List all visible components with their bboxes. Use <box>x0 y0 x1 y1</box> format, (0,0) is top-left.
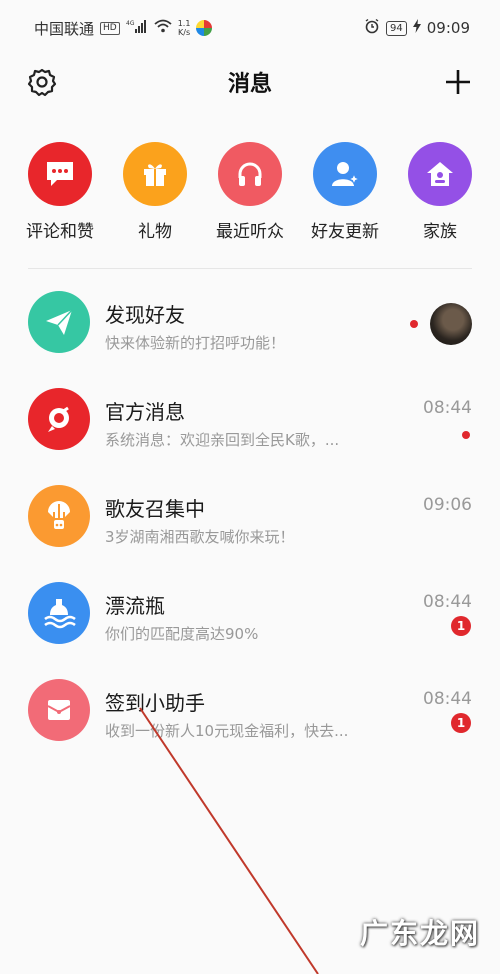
list-item-song-friends[interactable]: 歌友召集中 3岁湖南湘西歌友喊你来玩！ 09:06 <box>0 466 500 563</box>
alarm-icon <box>364 18 380 38</box>
message-preview: 你们的匹配度高达90% <box>105 625 259 643</box>
wifi-icon <box>154 19 172 37</box>
quick-action-label: 家族 <box>423 222 457 242</box>
clock: 09:09 <box>426 19 470 37</box>
list-item-official-messages[interactable]: 官方消息 系统消息：欢迎亲回到全民K歌，... 08:44 <box>0 369 500 466</box>
message-title: 发现好友 <box>105 303 185 327</box>
bottle-icon <box>28 582 90 644</box>
gift-icon <box>123 142 187 206</box>
quick-action-comments[interactable]: 评论和赞 <box>12 142 108 242</box>
unread-count-badge: 1 <box>451 616 471 636</box>
quick-actions-row: 评论和赞 礼物 最近听众 好友更新 家族 <box>0 142 500 252</box>
quick-action-label: 礼物 <box>138 222 172 242</box>
unread-count-badge: 1 <box>451 713 471 733</box>
paper-plane-icon <box>28 291 90 353</box>
message-time: 08:44 <box>423 689 472 709</box>
message-title: 签到小助手 <box>105 691 205 715</box>
message-title: 歌友召集中 <box>105 497 205 521</box>
carrier-label: 中国联通 <box>34 19 95 38</box>
watermark-logo: 广东龙网 <box>359 917 480 950</box>
friend-avatar <box>430 303 472 345</box>
home-icon <box>408 142 472 206</box>
comment-icon <box>28 142 92 206</box>
message-list: 发现好友 快来体验新的打招呼功能！ 官方消息 系统消息：欢迎亲回到全民K歌，..… <box>0 272 500 757</box>
official-k-icon <box>28 388 90 450</box>
headphones-icon <box>218 142 282 206</box>
message-time: 08:44 <box>423 592 472 612</box>
quick-action-label: 评论和赞 <box>26 222 94 242</box>
message-title: 官方消息 <box>105 400 185 424</box>
network-type-label: 4G <box>126 20 135 27</box>
message-time: 09:06 <box>423 495 472 515</box>
header: 消息 <box>0 56 500 108</box>
message-title: 漂流瓶 <box>105 594 165 618</box>
quick-action-listeners[interactable]: 最近听众 <box>202 142 298 242</box>
quick-action-label: 好友更新 <box>311 222 379 242</box>
list-item-checkin-assistant[interactable]: 签到小助手 收到一份新人10元现金福利，快去... 08:44 1 <box>0 660 500 757</box>
plus-icon <box>446 70 470 94</box>
unread-dot <box>462 431 470 439</box>
friend-update-icon <box>313 142 377 206</box>
message-time: 08:44 <box>423 398 472 418</box>
settings-button[interactable] <box>26 66 58 98</box>
quick-action-gifts[interactable]: 礼物 <box>107 142 203 242</box>
add-button[interactable] <box>442 66 474 98</box>
status-bar: 中国联通 HD 4G 1.1 K/s 94 09:09 <box>0 0 500 56</box>
checkin-envelope-icon <box>28 679 90 741</box>
app-notification-icon <box>196 20 213 36</box>
unread-dot <box>410 320 418 328</box>
list-item-discover-friends[interactable]: 发现好友 快来体验新的打招呼功能！ <box>0 272 500 369</box>
battery-indicator: 94 <box>386 20 407 36</box>
message-preview: 快来体验新的打招呼功能！ <box>105 334 286 352</box>
signal-icon: 4G <box>126 19 148 37</box>
network-speed: 1.1 K/s <box>178 19 191 37</box>
message-preview: 系统消息：欢迎亲回到全民K歌，... <box>105 431 340 449</box>
charging-icon <box>412 19 421 37</box>
page-title: 消息 <box>227 72 272 97</box>
quick-action-label: 最近听众 <box>216 222 284 242</box>
quick-action-friend-updates[interactable]: 好友更新 <box>297 142 393 242</box>
hd-tag: HD <box>100 21 120 35</box>
message-preview: 3岁湖南湘西歌友喊你来玩！ <box>105 528 295 546</box>
message-preview: 收到一份新人10元现金福利，快去... <box>105 722 349 740</box>
speed-value: 1.1 <box>177 19 191 28</box>
balloon-icon <box>28 485 90 547</box>
speed-unit: K/s <box>178 28 191 37</box>
gear-icon <box>27 68 57 97</box>
divider <box>28 268 472 269</box>
list-item-drift-bottle[interactable]: 漂流瓶 你们的匹配度高达90% 08:44 1 <box>0 563 500 660</box>
quick-action-family[interactable]: 家族 <box>392 142 488 242</box>
